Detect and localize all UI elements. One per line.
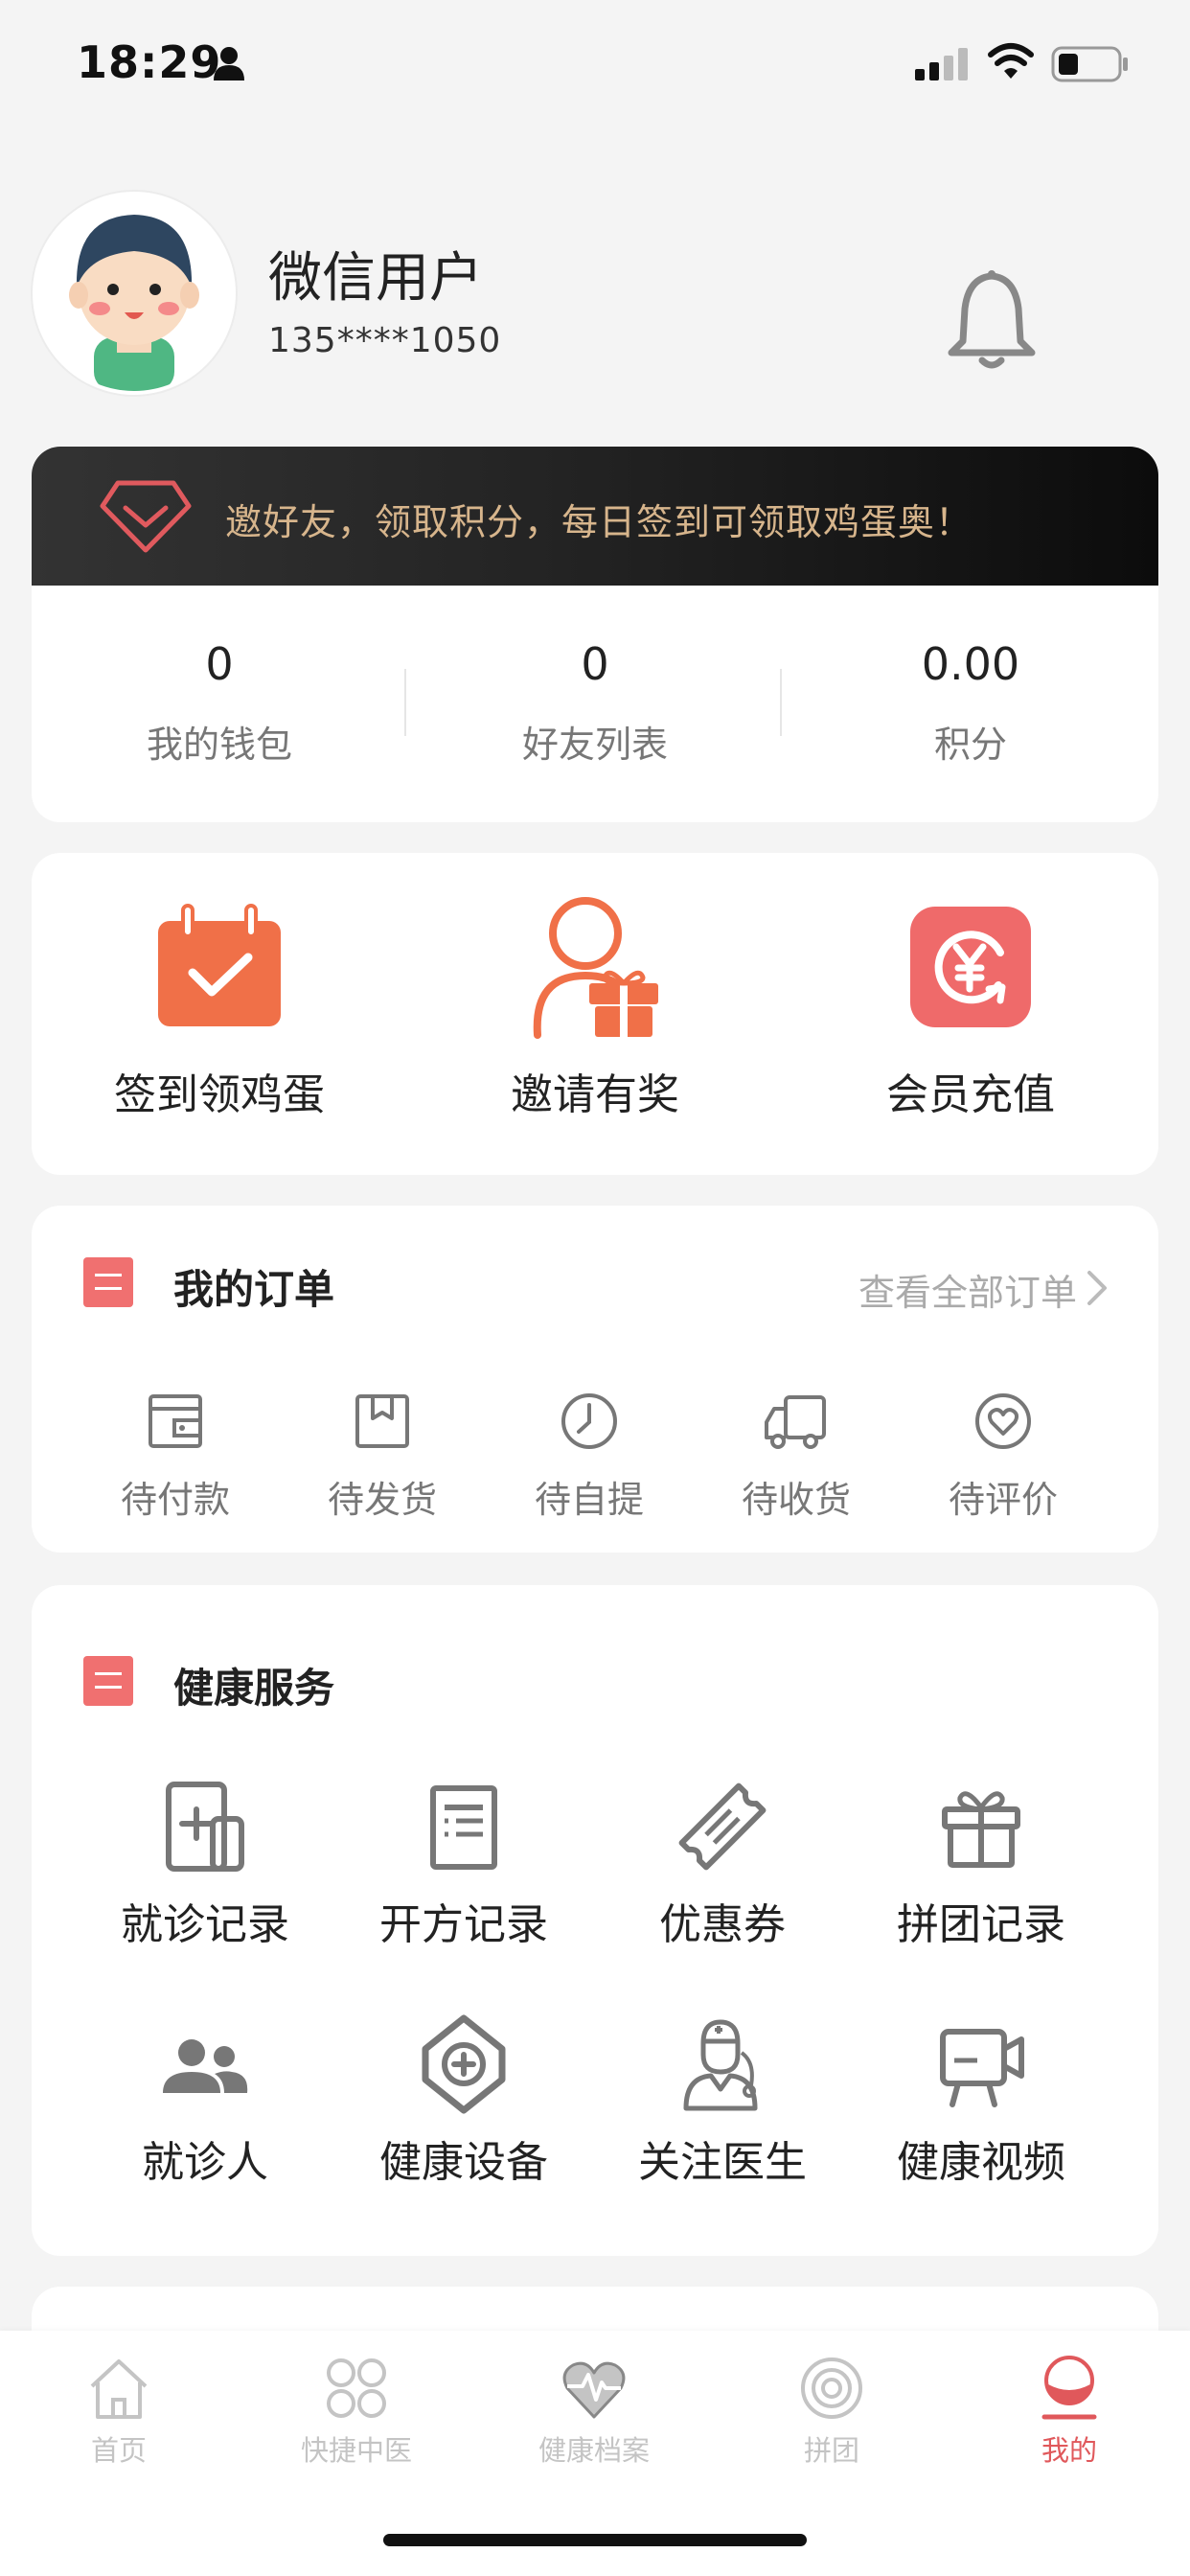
order-label: 待收货: [741, 1479, 851, 1521]
quick-label: 签到领鸡蛋: [114, 1070, 325, 1119]
tab-me[interactable]: 我的: [950, 2354, 1188, 2469]
svc-visit-records[interactable]: 就诊记录: [76, 1777, 334, 1951]
stat-label: 积分: [933, 724, 1007, 766]
order-label: 待付款: [120, 1479, 230, 1521]
quick-actions-card: 签到领鸡蛋 邀请有奖 会员充值: [32, 853, 1158, 1175]
target-icon: [797, 2354, 866, 2423]
tab-home[interactable]: 首页: [0, 2354, 238, 2469]
svc-patients[interactable]: 就诊人: [76, 2014, 334, 2189]
calendar-check-icon: [148, 895, 291, 1039]
status-time: 18:29: [77, 36, 222, 88]
tab-label: 我的: [1041, 2434, 1097, 2467]
prescription-icon: [414, 1777, 514, 1876]
section-icon: [83, 1257, 133, 1307]
svc-label: 健康设备: [379, 2138, 548, 2187]
video-camera-icon: [931, 2014, 1031, 2114]
order-label: 待评价: [948, 1479, 1058, 1521]
home-indicator: [383, 2534, 807, 2546]
stat-label: 我的钱包: [146, 724, 292, 766]
order-pending-payment[interactable]: 待付款: [72, 1388, 279, 1523]
svc-label: 优惠券: [659, 1900, 786, 1949]
person-icon: [213, 46, 245, 80]
coupon-icon: [673, 1777, 772, 1876]
stat-value: 0: [205, 638, 234, 690]
invite-banner[interactable]: 邀好友，领取积分，每日签到可领取鸡蛋奥！: [32, 447, 1158, 586]
order-label: 待发货: [327, 1479, 437, 1521]
order-label: 待自提: [534, 1479, 644, 1521]
svc-health-videos[interactable]: 健康视频: [852, 2014, 1110, 2189]
svc-label: 健康视频: [897, 2138, 1065, 2187]
package-icon: [349, 1388, 416, 1455]
divider: [780, 669, 782, 736]
wallet-icon: [142, 1388, 209, 1455]
stat-value: 0: [581, 638, 609, 690]
svc-health-devices[interactable]: 健康设备: [334, 2014, 593, 2189]
health-title: 健康服务: [173, 1665, 335, 1712]
diamond-icon: [99, 477, 193, 554]
battery-icon: [1051, 46, 1130, 82]
chevron-right-icon[interactable]: [1086, 1269, 1109, 1307]
stat-points[interactable]: 0.00 积分: [783, 638, 1158, 768]
order-pending-receipt[interactable]: 待收货: [693, 1388, 900, 1523]
order-pending-pickup[interactable]: 待自提: [486, 1388, 693, 1523]
quick-invite[interactable]: 邀请有奖: [407, 895, 783, 1121]
stat-value: 0.00: [921, 638, 1020, 690]
heart-icon: [970, 1388, 1037, 1455]
svc-label: 就诊人: [142, 2138, 268, 2187]
doctor-icon: [673, 2014, 772, 2114]
quick-label: 会员充值: [886, 1070, 1055, 1119]
tab-group-buy[interactable]: 拼团: [713, 2354, 950, 2469]
orders-title: 我的订单: [173, 1266, 335, 1313]
home-icon: [84, 2354, 153, 2423]
stat-wallet[interactable]: 0 我的钱包: [32, 638, 407, 768]
svc-label: 拼团记录: [897, 1900, 1065, 1949]
stats-card: 邀好友，领取积分，每日签到可领取鸡蛋奥！ 0 我的钱包 0 好友列表 0.00 …: [32, 447, 1158, 822]
order-pending-shipment[interactable]: 待发货: [279, 1388, 486, 1523]
health-services-card: 健康服务 就诊记录 开方记录 优惠券 拼团记录 就诊人 健康设备 关注医生 健康…: [32, 1585, 1158, 2256]
svc-label: 就诊记录: [121, 1900, 289, 1949]
quick-recharge[interactable]: 会员充值: [783, 895, 1158, 1121]
heart-pulse-icon: [560, 2354, 629, 2423]
user-phone: 135****1050: [268, 321, 502, 360]
tab-label: 拼团: [803, 2434, 859, 2467]
view-all-orders-link[interactable]: 查看全部订单: [858, 1263, 1077, 1316]
tab-health-records[interactable]: 健康档案: [475, 2354, 713, 2469]
divider: [404, 669, 406, 736]
tab-label: 快捷中医: [300, 2434, 412, 2467]
svc-label: 开方记录: [379, 1900, 548, 1949]
svc-prescription-records[interactable]: 开方记录: [334, 1777, 593, 1951]
medical-record-icon: [155, 1777, 255, 1876]
invite-text: 邀好友，领取积分，每日签到可领取鸡蛋奥！: [225, 501, 973, 543]
user-gift-icon: [523, 895, 667, 1039]
svc-coupons[interactable]: 优惠券: [593, 1777, 852, 1951]
patients-icon: [155, 2014, 255, 2114]
svc-label: 关注医生: [638, 2138, 807, 2187]
bell-icon[interactable]: [944, 268, 1040, 374]
wifi-icon: [987, 42, 1035, 80]
gift-box-icon: [931, 1777, 1031, 1876]
user-name: 微信用户: [268, 247, 483, 310]
tab-quick-tcm[interactable]: 快捷中医: [238, 2354, 475, 2469]
stat-friends[interactable]: 0 好友列表: [407, 638, 783, 768]
yen-recharge-icon: [899, 895, 1042, 1039]
svc-group-records[interactable]: 拼团记录: [852, 1777, 1110, 1951]
section-icon: [83, 1656, 133, 1706]
stat-label: 好友列表: [521, 724, 668, 766]
avatar[interactable]: [33, 192, 236, 395]
clock-icon: [556, 1388, 623, 1455]
tab-label: 健康档案: [538, 2434, 650, 2467]
quick-checkin[interactable]: 签到领鸡蛋: [32, 895, 407, 1121]
tab-label: 首页: [90, 2434, 147, 2467]
quick-label: 邀请有奖: [511, 1070, 679, 1119]
orders-card: 我的订单 查看全部订单 待付款 待发货 待自提 待收货 待评价: [32, 1206, 1158, 1552]
grid-circles-icon: [322, 2354, 391, 2423]
truck-icon: [763, 1388, 830, 1455]
profile-icon: [1035, 2354, 1104, 2423]
order-pending-review[interactable]: 待评价: [900, 1388, 1107, 1523]
signal-icon: [915, 48, 969, 80]
svc-followed-doctors[interactable]: 关注医生: [593, 2014, 852, 2189]
plus-device-icon: [414, 2014, 514, 2114]
